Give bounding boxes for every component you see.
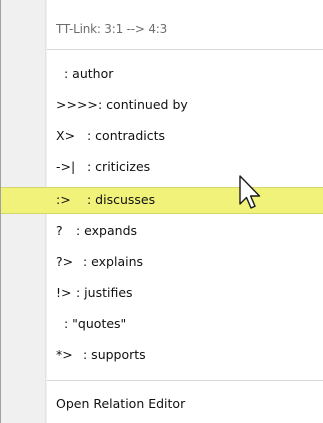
menu-item-symbol: ->| [56,159,76,174]
arrow-cursor-icon [239,175,261,209]
menu-item-continued-by[interactable]: >>>> : continued by [1,92,323,119]
menu-item-supports[interactable]: *> : supports [1,342,323,369]
menu-item-label: : continued by [98,97,188,112]
menu-item-label: : author [64,66,114,81]
canvas: TT-Link: 3:1 --> 4:3 : author >>>> : con… [0,0,323,423]
menu-item-label: Open Relation Editor [56,396,186,411]
menu-header: TT-Link: 3:1 --> 4:3 [56,22,168,36]
menu-item-open-relation-editor[interactable]: Open Relation Editor [1,391,323,418]
menu-item-label: : supports [83,347,146,362]
menu-item-symbol: :> [56,192,71,207]
menu-item-label: : discusses [87,192,156,207]
menu-item-symbol: X> [56,128,76,143]
menu-item-discusses[interactable]: :> : discusses [1,187,323,214]
menu-item-label: : expands [76,223,138,238]
menu-item-symbol: !> [56,285,72,300]
menu-item-symbol: ? [56,223,63,238]
menu-item-symbol: ?> [56,254,74,269]
context-menu: TT-Link: 3:1 --> 4:3 : author >>>> : con… [0,0,323,423]
menu-item-explains[interactable]: ?> : explains [1,249,323,276]
menu-item-author[interactable]: : author [1,61,323,88]
menu-item-label: : justifies [76,285,133,300]
menu-separator [47,380,323,381]
menu-item-expands[interactable]: ? : expands [1,218,323,245]
menu-item-label: : contradicts [87,128,166,143]
menu-item-contradicts[interactable]: X> : contradicts [1,123,323,150]
menu-item-label: : explains [83,254,144,269]
menu-item-criticizes[interactable]: ->| : criticizes [1,154,323,181]
menu-item-label: : "quotes" [64,316,127,331]
menu-item-label: : criticizes [87,159,151,174]
menu-item-symbol: >>>> [56,97,98,112]
menu-separator [47,49,323,50]
menu-item-symbol: *> [56,347,73,362]
menu-item-quotes[interactable]: : "quotes" [1,311,323,338]
menu-item-justifies[interactable]: !> : justifies [1,280,323,307]
